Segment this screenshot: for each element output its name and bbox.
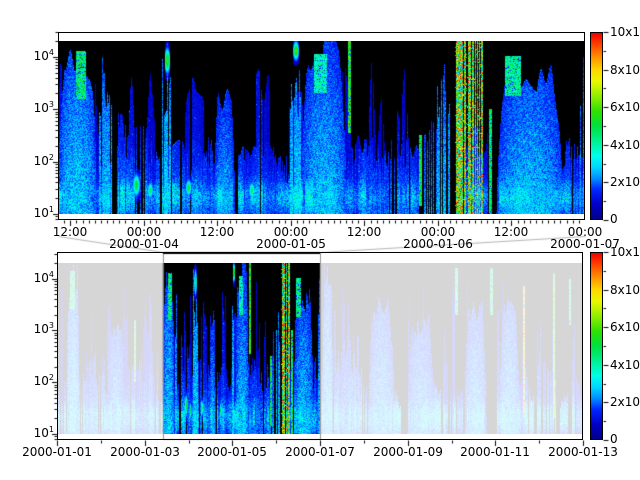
y-tick-label: 102 xyxy=(20,374,54,388)
x-tick-label: 2000-01-13 xyxy=(548,446,618,459)
x-tick-label: 2000-01-11 xyxy=(460,446,530,459)
colorbar-tick-label: 4x107 xyxy=(610,358,640,372)
colorbar-tick-label: 4x107 xyxy=(610,138,640,152)
x-tick-label: 2000-01-07 xyxy=(285,446,355,459)
x-tick-label: 12:00 xyxy=(182,226,252,239)
zoom-panel-plot-area[interactable] xyxy=(58,32,585,220)
colorbar-tick-label: 0 xyxy=(610,433,640,446)
colorbar-tick-label: 8x107 xyxy=(610,63,640,77)
spectrogram-figure: 12:0000:002000-01-0412:0000:002000-01-05… xyxy=(0,0,640,480)
y-tick-label: 101 xyxy=(20,426,54,440)
y-tick-label: 103 xyxy=(20,322,54,336)
colorbar-tick-label: 6x107 xyxy=(610,320,640,334)
colorbar-zoom xyxy=(590,32,603,220)
x-tick-label: 2000-01-01 xyxy=(22,446,92,459)
colorbar-tick-label: 2x107 xyxy=(610,175,640,189)
y-tick-label: 104 xyxy=(20,49,54,63)
y-tick-label: 104 xyxy=(20,271,54,285)
x-tick-label: 12:00 xyxy=(35,226,105,239)
x-date-label: 2000-01-04 xyxy=(109,238,179,251)
colorbar-tick-label: 2x107 xyxy=(610,395,640,409)
y-tick-label: 103 xyxy=(20,101,54,115)
colorbar-tick-label: 6x107 xyxy=(610,100,640,114)
colorbar-tick-label: 8x107 xyxy=(610,283,640,297)
x-date-label: 2000-01-05 xyxy=(256,238,326,251)
x-date-label: 2000-01-06 xyxy=(403,238,473,251)
y-tick-label: 102 xyxy=(20,154,54,168)
y-tick-label: 101 xyxy=(20,206,54,220)
colorbar-tick-label: 0 xyxy=(610,213,640,226)
x-tick-label: 12:00 xyxy=(329,226,399,239)
overview-panel-plot-area[interactable] xyxy=(57,252,583,440)
colorbar-tick-label: 10x107 xyxy=(610,245,640,259)
colorbar-overview xyxy=(590,252,603,440)
colorbar-tick-label: 10x107 xyxy=(610,25,640,39)
x-tick-label: 2000-01-05 xyxy=(197,446,267,459)
x-tick-label: 2000-01-03 xyxy=(110,446,180,459)
x-tick-label: 2000-01-09 xyxy=(373,446,443,459)
x-tick-label: 12:00 xyxy=(476,226,546,239)
